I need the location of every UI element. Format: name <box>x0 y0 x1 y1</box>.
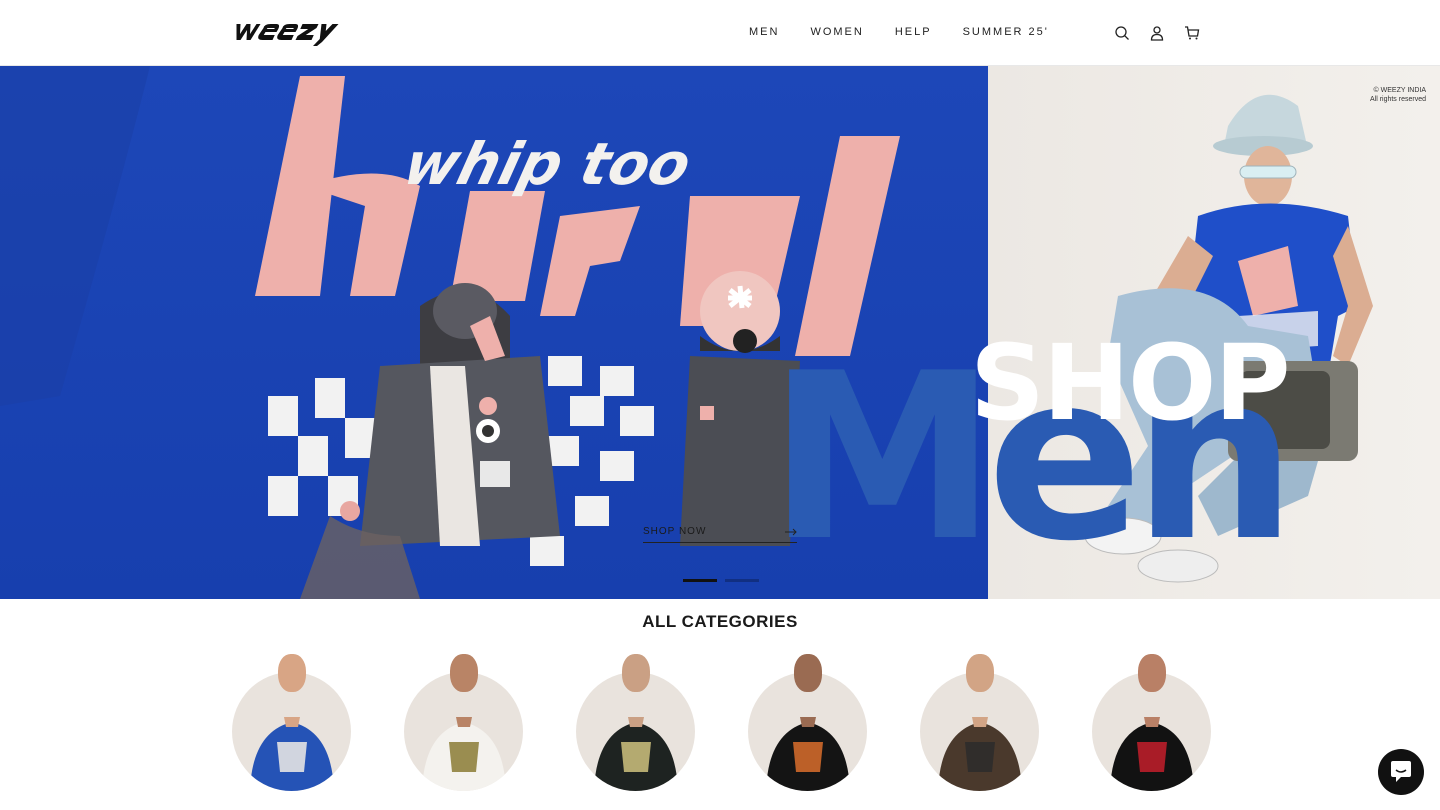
chat-icon <box>1391 761 1411 782</box>
arrow-right-icon <box>785 523 797 541</box>
shop-now-button[interactable]: SHOP NOW <box>643 521 797 543</box>
copyright-note: © WEEZY INDIA All rights reserved <box>1370 86 1426 104</box>
slide-indicator <box>683 579 759 582</box>
category-list <box>232 652 1211 792</box>
main-nav: MEN WOMEN HELP SUMMER 25' <box>749 26 1049 38</box>
cart-icon[interactable] <box>1183 24 1201 42</box>
copyright-line-1: © WEEZY INDIA <box>1373 87 1426 94</box>
category-item[interactable] <box>1092 652 1211 792</box>
model-head-icon <box>1138 654 1166 692</box>
nav-women[interactable]: WOMEN <box>810 26 863 38</box>
weezy-logo-icon <box>236 24 339 46</box>
nav-help[interactable]: HELP <box>895 26 932 38</box>
slide-dot-1[interactable] <box>683 579 717 582</box>
section-title: ALL CATEGORIES <box>642 612 798 631</box>
model-head-icon <box>794 654 822 692</box>
model-head-icon <box>278 654 306 692</box>
nav-men[interactable]: MEN <box>749 26 779 38</box>
category-item[interactable] <box>232 652 351 792</box>
account-icon[interactable] <box>1148 24 1166 42</box>
category-item[interactable] <box>920 652 1039 792</box>
svg-text:whip too: whip too <box>397 130 698 198</box>
slide-dot-2[interactable] <box>725 579 759 582</box>
header-actions <box>1113 24 1201 42</box>
category-item[interactable] <box>748 652 867 792</box>
chat-button[interactable] <box>1378 749 1424 795</box>
category-item[interactable] <box>404 652 523 792</box>
shop-now-label: SHOP NOW <box>643 526 707 537</box>
hero-headline-shop: SHOP <box>970 322 1291 444</box>
search-icon[interactable] <box>1113 24 1131 42</box>
site-header: MEN WOMEN HELP SUMMER 25' <box>0 0 1440 66</box>
model-head-icon <box>622 654 650 692</box>
model-head-icon <box>966 654 994 692</box>
copyright-line-2: All rights reserved <box>1369 96 1426 103</box>
nav-summer[interactable]: SUMMER 25' <box>963 26 1049 38</box>
model-head-icon <box>450 654 478 692</box>
brand-logo[interactable] <box>232 18 346 46</box>
hero-banner: whip too © WEEZY INDIA All rights reserv… <box>0 66 1440 599</box>
category-item[interactable] <box>576 652 695 792</box>
